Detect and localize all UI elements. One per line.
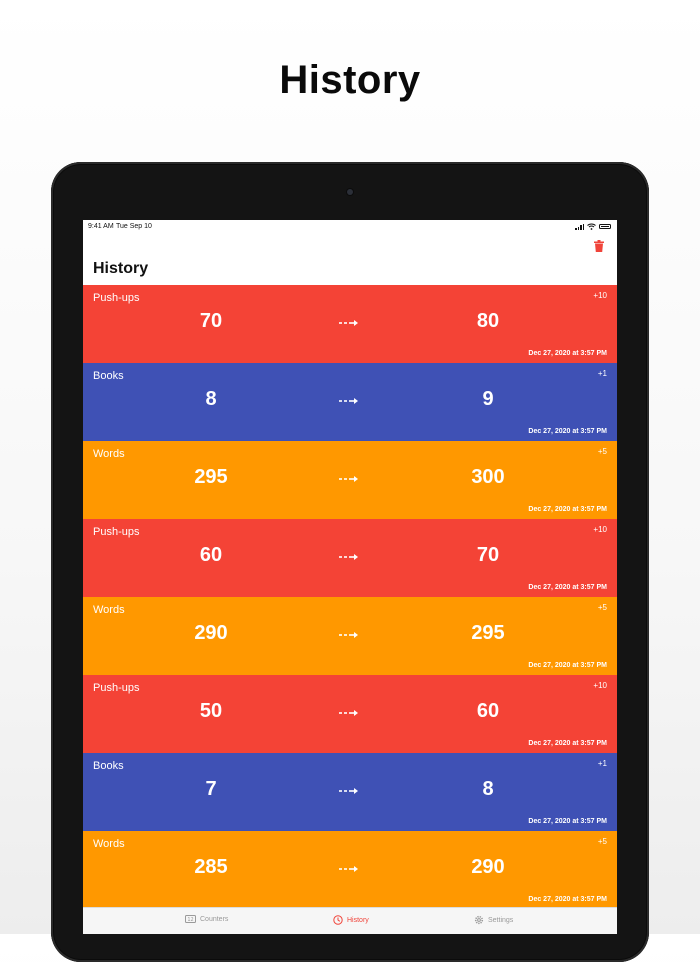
status-date: Tue Sep 10	[116, 223, 152, 230]
status-time: 9:41 AM	[88, 223, 114, 230]
previous-value: 50	[199, 700, 223, 722]
timestamp: Dec 27, 2020 at 3:57 PM	[528, 896, 607, 903]
trash-button[interactable]	[591, 238, 607, 254]
history-row[interactable]: Push-ups +10 60 70 Dec 27, 2020 at 3:57 PM	[83, 519, 617, 597]
arrow-right-icon	[339, 710, 358, 716]
history-row[interactable]: Push-ups +10 70 80 Dec 27, 2020 at 3:57 PM	[83, 285, 617, 363]
change-amount: +5	[597, 603, 607, 612]
previous-value: 60	[199, 544, 223, 566]
battery-icon	[599, 224, 611, 229]
history-row[interactable]: Push-ups +10 50 60 Dec 27, 2020 at 3:57 PM	[83, 675, 617, 753]
timestamp: Dec 27, 2020 at 3:57 PM	[528, 740, 607, 747]
signal-icon	[575, 223, 584, 230]
tab-counters[interactable]: 12 Counters	[185, 915, 228, 923]
counter-name: Words	[93, 838, 125, 850]
new-value: 8	[482, 778, 494, 800]
change-amount: +1	[597, 369, 607, 378]
status-bar: 9:41 AM Tue Sep 10	[83, 220, 617, 234]
nav-title: History	[93, 260, 149, 277]
previous-value: 295	[194, 466, 228, 488]
arrow-right-icon	[339, 632, 358, 638]
timestamp: Dec 27, 2020 at 3:57 PM	[528, 584, 607, 591]
timestamp: Dec 27, 2020 at 3:57 PM	[528, 350, 607, 357]
change-amount: +5	[597, 837, 607, 846]
history-row[interactable]: Books +1 7 8 Dec 27, 2020 at 3:57 PM	[83, 753, 617, 831]
history-list: Push-ups +10 70 80 Dec 27, 2020 at 3:57 PM Bo…	[83, 285, 617, 909]
change-amount: +1	[597, 759, 607, 768]
counter-name: Push-ups	[93, 526, 140, 538]
history-row[interactable]: Words +5 290 295 Dec 27, 2020 at 3:57 PM	[83, 597, 617, 675]
counter-icon: 12	[185, 915, 196, 923]
clock-icon	[333, 915, 343, 925]
page-headline: History	[279, 58, 421, 102]
previous-value: 290	[194, 622, 228, 644]
wifi-icon	[587, 223, 596, 230]
history-row[interactable]: Books +1 8 9 Dec 27, 2020 at 3:57 PM	[83, 363, 617, 441]
history-row[interactable]: Words +5 285 290 Dec 27, 2020 at 3:57 PM	[83, 831, 617, 909]
camera-dot	[347, 189, 353, 195]
tab-history-label: History	[347, 916, 369, 924]
gear-icon	[474, 915, 484, 925]
timestamp: Dec 27, 2020 at 3:57 PM	[528, 428, 607, 435]
tab-history[interactable]: History	[333, 915, 369, 925]
counter-name: Books	[93, 760, 124, 772]
svg-text:12: 12	[187, 917, 193, 923]
counter-name: Words	[93, 448, 125, 460]
new-value: 60	[476, 700, 500, 722]
arrow-right-icon	[339, 554, 358, 560]
tab-bar: 12 Counters History Settings	[83, 907, 617, 934]
change-amount: +10	[593, 681, 607, 690]
new-value: 300	[471, 466, 505, 488]
new-value: 295	[471, 622, 505, 644]
new-value: 9	[482, 388, 494, 410]
counter-name: Push-ups	[93, 682, 140, 694]
new-value: 290	[471, 856, 505, 878]
tab-settings[interactable]: Settings	[474, 915, 513, 925]
previous-value: 70	[199, 310, 223, 332]
previous-value: 7	[205, 778, 217, 800]
change-amount: +5	[597, 447, 607, 456]
arrow-right-icon	[339, 398, 358, 404]
arrow-right-icon	[339, 476, 358, 482]
counter-name: Words	[93, 604, 125, 616]
new-value: 80	[476, 310, 500, 332]
previous-value: 285	[194, 856, 228, 878]
timestamp: Dec 27, 2020 at 3:57 PM	[528, 506, 607, 513]
tab-settings-label: Settings	[488, 916, 514, 924]
arrow-right-icon	[339, 320, 358, 326]
counter-name: Books	[93, 370, 124, 382]
tab-counters-label: Counters	[200, 915, 229, 923]
arrow-right-icon	[339, 866, 358, 872]
timestamp: Dec 27, 2020 at 3:57 PM	[528, 818, 607, 825]
app-screen: 9:41 AM Tue Sep 10 History Push-ups +10 70…	[83, 220, 617, 934]
arrow-right-icon	[339, 788, 358, 794]
timestamp: Dec 27, 2020 at 3:57 PM	[528, 662, 607, 669]
change-amount: +10	[593, 291, 607, 300]
counter-name: Push-ups	[93, 292, 140, 304]
history-row[interactable]: Words +5 295 300 Dec 27, 2020 at 3:57 PM	[83, 441, 617, 519]
new-value: 70	[476, 544, 500, 566]
trash-icon	[594, 240, 604, 252]
previous-value: 8	[205, 388, 217, 410]
status-icons	[575, 223, 611, 230]
change-amount: +10	[593, 525, 607, 534]
